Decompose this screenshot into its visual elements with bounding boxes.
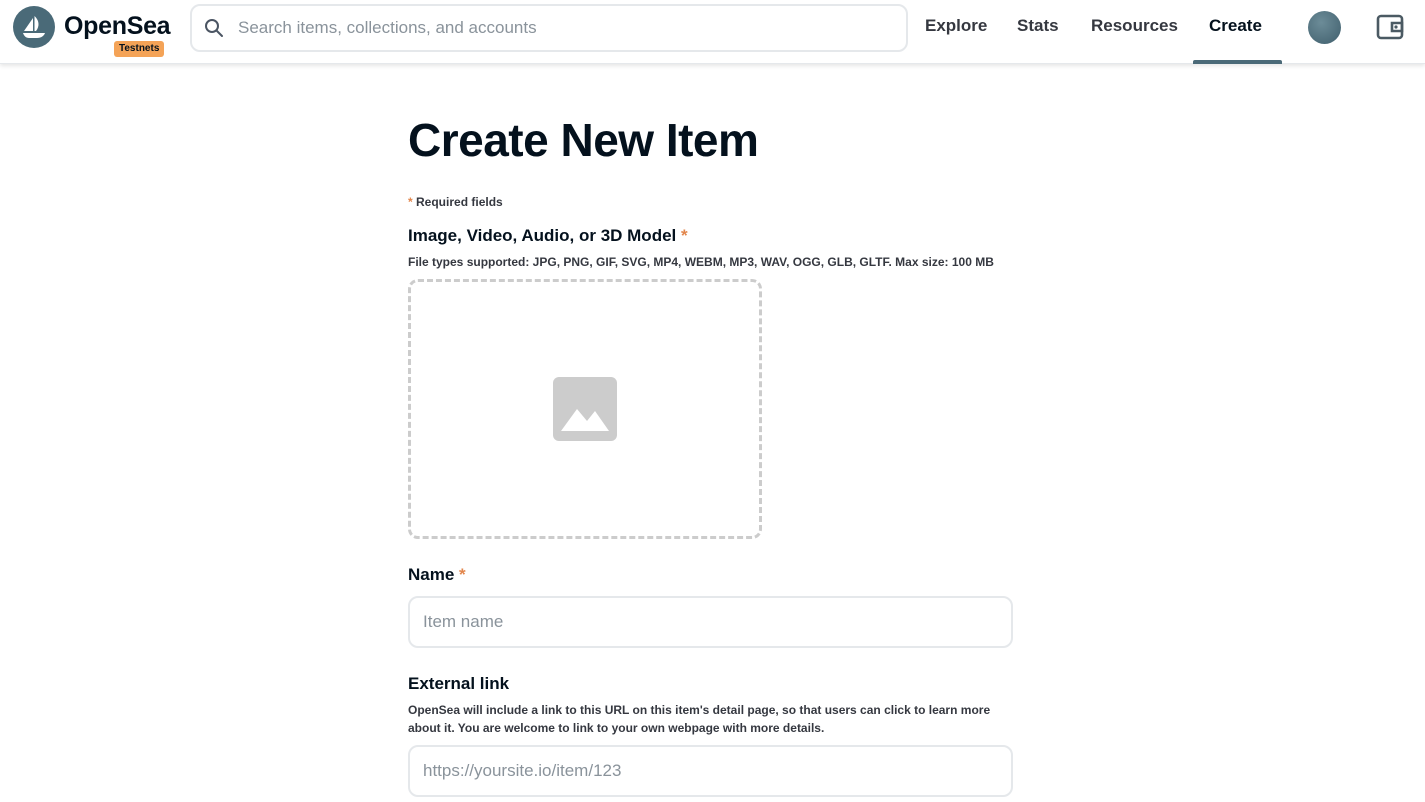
opensea-logo-icon[interactable] [13, 6, 55, 48]
external-link-description: OpenSea will include a link to this URL … [408, 703, 991, 735]
image-placeholder-icon [553, 377, 617, 441]
media-description: File types supported: JPG, PNG, GIF, SVG… [408, 255, 994, 269]
profile-avatar[interactable] [1308, 11, 1341, 44]
required-note-text: Required fields [416, 195, 503, 209]
external-link-label: External link [408, 674, 510, 693]
name-label: Name * [408, 565, 466, 585]
media-upload-dropzone[interactable] [408, 279, 762, 539]
search-icon [205, 19, 223, 37]
top-nav-bar: OpenSea Testnets Explore Stats Resources… [0, 0, 1425, 64]
brand-name[interactable]: OpenSea [64, 12, 171, 41]
media-required-star: * [681, 226, 688, 245]
external-link-input[interactable] [408, 745, 1013, 797]
search-input[interactable] [236, 17, 876, 39]
active-tab-indicator [1193, 60, 1282, 64]
nav-resources[interactable]: Resources [1091, 16, 1178, 36]
required-star: * [408, 195, 413, 209]
wallet-icon[interactable] [1375, 13, 1405, 41]
nav-create[interactable]: Create [1209, 16, 1262, 36]
name-required-star: * [459, 565, 466, 584]
testnets-badge: Testnets [114, 41, 165, 57]
page-title: Create New Item [408, 114, 759, 166]
media-label: Image, Video, Audio, or 3D Model * [408, 226, 688, 246]
nav-explore[interactable]: Explore [925, 16, 987, 36]
required-fields-note: * Required fields [408, 195, 503, 209]
nav-stats[interactable]: Stats [1017, 16, 1059, 36]
search-bar[interactable] [190, 4, 908, 52]
media-label-text: Image, Video, Audio, or 3D Model [408, 226, 677, 245]
name-label-text: Name [408, 565, 455, 584]
item-name-input[interactable] [408, 596, 1013, 648]
